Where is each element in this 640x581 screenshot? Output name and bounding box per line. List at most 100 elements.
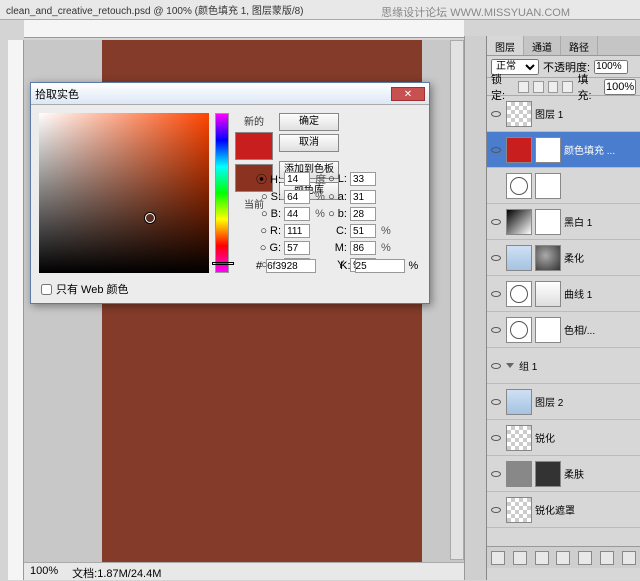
layer-row[interactable]: 锐化遮罩 [487,492,640,528]
s-label: ○ S: [256,191,281,203]
collapsed-panels[interactable] [464,36,486,580]
layers-list[interactable]: 图层 1 颜色填充 ... 黑白 1 柔化曲线 1 色相/... 组 1 图层 2 锐化柔肤锐… [487,96,640,546]
layer-name[interactable]: 组 1 [519,358,638,373]
layer-thumb[interactable] [506,389,532,415]
layer-row[interactable]: 组 1 [487,348,640,384]
zoom-level[interactable]: 100% [30,565,58,578]
layer-thumb[interactable] [506,497,532,523]
layer-thumb[interactable] [535,209,561,235]
visibility-toggle[interactable] [489,143,503,157]
layer-thumb[interactable] [506,425,532,451]
color-cursor[interactable] [145,213,155,223]
lock-transparency-icon[interactable] [518,81,529,93]
layer-thumb[interactable] [506,101,532,127]
layer-thumb[interactable] [535,317,561,343]
visibility-toggle[interactable] [489,251,503,265]
fx-icon[interactable] [513,551,527,565]
visibility-toggle[interactable] [489,431,503,445]
layer-row[interactable]: 图层 2 [487,384,640,420]
layer-name[interactable]: 锐化遮罩 [535,502,638,517]
scrollbar-vertical[interactable] [450,40,464,560]
visibility-toggle[interactable] [489,359,503,373]
link-icon[interactable] [491,551,505,565]
layer-name[interactable]: 柔化 [564,250,638,265]
layer-row[interactable]: 锐化 [487,420,640,456]
trash-icon[interactable] [622,551,636,565]
layer-row[interactable]: 图层 1 [487,96,640,132]
tab-paths[interactable]: 路径 [561,36,598,55]
a-input[interactable] [350,190,376,204]
layer-name[interactable]: 柔肤 [564,466,638,481]
layer-row[interactable] [487,168,640,204]
layer-row[interactable]: 黑白 1 [487,204,640,240]
close-icon[interactable]: ✕ [391,87,425,101]
layer-thumb[interactable] [506,137,532,163]
visibility-toggle[interactable] [489,215,503,229]
lock-position-icon[interactable] [548,81,559,93]
layer-row[interactable]: 颜色填充 ... [487,132,640,168]
layer-row[interactable]: 柔肤 [487,456,640,492]
fill-input[interactable] [604,79,636,95]
visibility-toggle[interactable] [489,107,503,121]
web-colors-check[interactable] [41,284,52,295]
layer-name[interactable]: 黑白 1 [564,214,638,229]
dialog-titlebar[interactable]: 拾取实色 ✕ [31,83,429,105]
lock-pixels-icon[interactable] [533,81,544,93]
layer-name[interactable]: 曲线 1 [564,286,638,301]
layer-name[interactable]: 色相/... [564,322,638,337]
layer-name[interactable]: 颜色填充 ... [564,142,638,157]
layer-thumb[interactable] [506,461,532,487]
layer-thumb[interactable] [535,137,561,163]
new-layer-icon[interactable] [600,551,614,565]
visibility-toggle[interactable] [489,179,503,193]
ok-button[interactable]: 确定 [279,113,339,131]
layer-thumb[interactable] [506,317,532,343]
b-input[interactable] [284,207,310,221]
l-input[interactable] [350,172,376,186]
layer-thumb[interactable] [535,461,561,487]
mask-icon[interactable] [535,551,549,565]
cancel-button[interactable]: 取消 [279,134,339,152]
tab-channels[interactable]: 通道 [524,36,561,55]
hex-input[interactable] [266,259,316,273]
tab-layers[interactable]: 图层 [487,36,524,55]
visibility-toggle[interactable] [489,323,503,337]
layer-name[interactable]: 图层 2 [535,394,638,409]
visibility-toggle[interactable] [489,395,503,409]
m-input[interactable] [350,241,376,255]
visibility-toggle[interactable] [489,503,503,517]
layer-row[interactable]: 柔化 [487,240,640,276]
saturation-value-field[interactable] [39,113,209,273]
dialog-title: 拾取实色 [35,86,79,102]
layer-thumb[interactable] [506,209,532,235]
layer-thumb[interactable] [535,173,561,199]
document-tab[interactable]: clean_and_creative_retouch.psd @ 100% (颜… [6,2,304,17]
hue-slider[interactable] [215,113,229,273]
visibility-toggle[interactable] [489,467,503,481]
hue-pointer[interactable] [212,262,234,265]
layer-thumb[interactable] [506,173,532,199]
layer-row[interactable]: 曲线 1 [487,276,640,312]
h-input[interactable] [284,172,310,186]
group-icon[interactable] [578,551,592,565]
layer-thumb[interactable] [506,281,532,307]
layer-thumb[interactable] [535,281,561,307]
s-input[interactable] [284,190,310,204]
b2-input[interactable] [350,207,376,221]
layer-thumb[interactable] [535,245,561,271]
eye-icon [491,363,501,369]
c-input[interactable] [350,224,376,238]
lock-all-icon[interactable] [562,81,573,93]
k-input[interactable] [355,259,405,273]
visibility-toggle[interactable] [489,287,503,301]
g-input[interactable] [284,241,310,255]
web-colors-checkbox[interactable]: 只有 Web 颜色 [41,281,129,297]
m-label: M: [328,242,347,254]
layer-row[interactable]: 色相/... [487,312,640,348]
r-input[interactable] [284,224,310,238]
eye-icon [491,399,501,405]
layer-name[interactable]: 锐化 [535,430,638,445]
adjustment-icon[interactable] [556,551,570,565]
layer-name[interactable]: 图层 1 [535,106,638,121]
layer-thumb[interactable] [506,245,532,271]
